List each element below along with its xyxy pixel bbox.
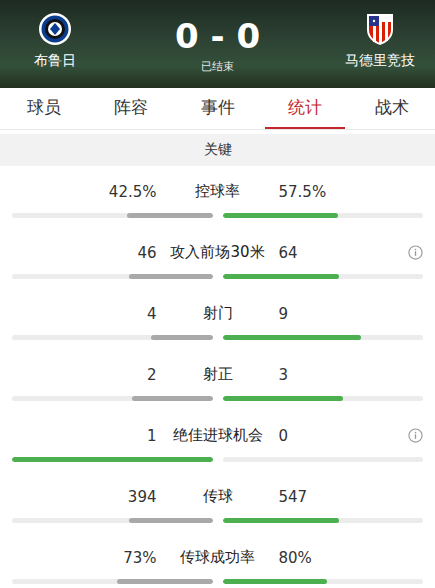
away-value: 57.5%	[279, 183, 327, 201]
away-bar	[223, 579, 424, 584]
home-bar	[12, 579, 213, 584]
club-brugge-logo-icon	[38, 12, 72, 46]
tab-underline	[4, 127, 84, 129]
home-value: 2	[12, 366, 163, 384]
home-bar	[12, 274, 213, 279]
home-bar-fill	[129, 274, 213, 279]
away-bar-fill	[223, 335, 362, 340]
away-team[interactable]: 马德里竞技	[325, 0, 435, 88]
home-bar-fill	[117, 579, 213, 584]
stat-label: 攻入前场30米	[163, 243, 273, 262]
score: 0 - 0	[175, 18, 260, 55]
tab[interactable]: 事件	[174, 88, 261, 129]
away-value: 64	[279, 244, 298, 262]
home-bar-fill	[132, 396, 212, 401]
stat-row: 1绝佳进球机会 0	[12, 420, 423, 481]
home-team[interactable]: 布鲁日	[0, 0, 110, 88]
away-bar	[223, 457, 424, 462]
team-name: 布鲁日	[34, 52, 76, 70]
home-bar-fill	[12, 457, 213, 462]
info-icon[interactable]	[408, 428, 423, 443]
home-value: 1	[12, 427, 163, 445]
stat-label: 绝佳进球机会	[163, 426, 273, 445]
home-bar	[12, 396, 213, 401]
atletico-madrid-logo-icon	[365, 12, 395, 46]
tab[interactable]: 战术	[348, 88, 435, 129]
away-bar	[223, 396, 424, 401]
home-bar-fill	[127, 213, 212, 218]
info-icon[interactable]	[408, 245, 423, 260]
stat-label: 控球率	[163, 182, 273, 201]
away-bar	[223, 518, 424, 523]
home-bar-fill	[129, 518, 213, 523]
away-value: 547	[279, 488, 308, 506]
tab[interactable]: 球员	[0, 88, 87, 129]
stat-row: 4射门 9	[12, 298, 423, 359]
home-value: 394	[12, 488, 163, 506]
tab-bar: 球员阵容事件统计战术	[0, 88, 435, 130]
tab-underline	[265, 127, 345, 129]
stat-row: 2射正 3	[12, 359, 423, 420]
stat-label: 射正	[163, 365, 273, 384]
home-value: 73%	[12, 549, 163, 567]
stat-label: 射门	[163, 304, 273, 323]
stat-label: 传球成功率	[163, 548, 273, 567]
away-value: 3	[279, 366, 289, 384]
tab-underline	[352, 127, 432, 129]
away-bar-fill	[223, 274, 340, 279]
home-value: 4	[12, 305, 163, 323]
stat-row: 73%传球成功率 80%	[12, 542, 423, 588]
away-value: 0	[279, 427, 289, 445]
home-value: 46	[12, 244, 163, 262]
away-value: 9	[279, 305, 289, 323]
away-bar	[223, 335, 424, 340]
away-bar	[223, 213, 424, 218]
stat-row: 394传球 547	[12, 481, 423, 542]
away-value: 80%	[279, 549, 312, 567]
team-name: 马德里竞技	[345, 52, 415, 70]
home-bar-fill	[151, 335, 213, 340]
home-value: 42.5%	[12, 183, 163, 201]
home-bar	[12, 457, 213, 462]
match-stats-page: 布鲁日 0 - 0 已结束 马德里竞技球员阵容事件统计战术关键 42.5%控球率 57.5…	[0, 0, 435, 588]
match-header: 布鲁日 0 - 0 已结束 马德里竞技	[0, 0, 435, 88]
away-bar-fill	[223, 518, 339, 523]
tab-underline	[178, 127, 258, 129]
home-bar	[12, 213, 213, 218]
away-bar-fill	[223, 396, 343, 401]
away-bar	[223, 274, 424, 279]
away-bar-fill	[223, 579, 328, 584]
score-panel: 0 - 0 已结束	[110, 0, 325, 88]
tab-underline	[91, 127, 171, 129]
stat-label: 传球	[163, 487, 273, 506]
home-bar	[12, 335, 213, 340]
home-bar	[12, 518, 213, 523]
section-header: 关键	[0, 134, 435, 166]
stat-list: 42.5%控球率 57.5% 46攻入前场30米 64 4射门 9 2射正 3 1绝佳进球机会 0…	[0, 166, 435, 588]
away-bar-fill	[223, 213, 338, 218]
stat-row: 42.5%控球率 57.5%	[12, 176, 423, 237]
tab[interactable]: 阵容	[87, 88, 174, 129]
tab[interactable]: 统计	[261, 88, 348, 129]
match-status: 已结束	[201, 59, 234, 74]
stat-row: 46攻入前场30米 64	[12, 237, 423, 298]
